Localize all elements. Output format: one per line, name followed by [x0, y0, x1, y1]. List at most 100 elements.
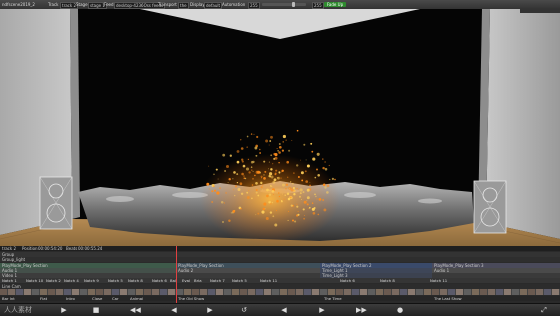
- notch-item[interactable]: Notch 2: [46, 278, 61, 283]
- particle: [227, 182, 229, 184]
- transport-controls: 人人素材 ▶ ■ ◀◀ ◀ ▶ ↺ ◀ ▶ ▶▶ ● ⤢: [0, 303, 560, 316]
- particle: [288, 188, 290, 190]
- particle: [290, 204, 293, 207]
- thumbnail-frame: [376, 289, 383, 295]
- particle: [281, 200, 283, 203]
- cue-label[interactable]: Bar Int: [2, 296, 15, 301]
- timeline-panel[interactable]: track 2 Position 00:00:54:20 Beats 00:00…: [0, 246, 560, 303]
- notch-item[interactable]: Notch 6: [340, 278, 355, 283]
- level-slider[interactable]: [262, 3, 306, 6]
- cue-label[interactable]: The Last Show: [434, 296, 462, 301]
- notch-item[interactable]: Eval: [182, 278, 190, 283]
- forward-icon[interactable]: ▶▶: [356, 306, 367, 314]
- fullscreen-icon[interactable]: ⤢: [540, 306, 548, 314]
- notch-item[interactable]: Notch 8: [380, 278, 395, 283]
- prev-cue-icon[interactable]: ◀: [280, 306, 288, 314]
- play-icon[interactable]: ▶: [60, 306, 68, 314]
- particle: [287, 176, 289, 178]
- thumbnail-frame: [176, 289, 183, 295]
- particle: [297, 176, 300, 178]
- cue-label[interactable]: The Time: [324, 296, 342, 301]
- particle: [278, 192, 280, 194]
- particle: [266, 188, 269, 192]
- thumbnail-frame: [208, 289, 215, 295]
- particle: [241, 172, 244, 176]
- record-icon[interactable]: ●: [396, 306, 404, 314]
- particle: [232, 178, 234, 180]
- thumbnail-frame: [248, 289, 255, 295]
- particle: [213, 173, 215, 176]
- cue-label[interactable]: The Old Show: [178, 296, 204, 301]
- stage-viewport[interactable]: [0, 9, 560, 246]
- particle: [260, 175, 263, 178]
- notch-item[interactable]: Notch 10: [26, 278, 43, 283]
- level-2-field[interactable]: 255: [312, 2, 324, 9]
- position-label: Position: [22, 246, 38, 251]
- cue-label[interactable]: Car: [112, 296, 119, 301]
- beats-value: 00:00:55.24: [78, 246, 103, 251]
- particle: [240, 139, 242, 141]
- thumbnail-frame: [16, 289, 23, 295]
- particle: [291, 182, 294, 185]
- step-back-icon[interactable]: ◀: [170, 306, 178, 314]
- cue-label[interactable]: Close: [92, 296, 102, 301]
- playhead[interactable]: [176, 246, 177, 303]
- thumbnail-strip[interactable]: [0, 289, 560, 295]
- file-name: ndfscene2019_2: [2, 2, 35, 7]
- notch-row[interactable]: Notch 1 Notch 10 Notch 2 Notch 4 Notch 9 Notc…: [0, 278, 560, 283]
- thumbnail-frame: [512, 289, 519, 295]
- notch-item[interactable]: Notch 1: [2, 278, 17, 283]
- cue-label[interactable]: Flat: [40, 296, 47, 301]
- next-cue-icon[interactable]: ▶: [318, 306, 326, 314]
- track-label: Track: [48, 2, 59, 7]
- notch-item[interactable]: Notch 8: [128, 278, 143, 283]
- thumbnail-frame: [288, 289, 295, 295]
- thumbnail-frame: [440, 289, 447, 295]
- particle: [246, 146, 248, 148]
- cue-label[interactable]: Animal: [130, 296, 143, 301]
- thumbnail-frame: [184, 289, 191, 295]
- automation-label[interactable]: Automation: [222, 2, 245, 7]
- fade-up-button[interactable]: Fade Up: [324, 2, 347, 7]
- cue-label[interactable]: Intro: [66, 296, 75, 301]
- particle: [331, 177, 335, 181]
- particle: [309, 184, 311, 187]
- particle: [300, 171, 304, 175]
- step-forward-icon[interactable]: ▶: [206, 306, 214, 314]
- particle: [240, 208, 242, 210]
- particle: [251, 184, 254, 186]
- stage-scene: [0, 9, 560, 246]
- cue-row[interactable]: Bar Int Flat Intro Close Car Animal The …: [0, 296, 560, 301]
- particle: [285, 188, 287, 190]
- notch-item[interactable]: Notch 9: [84, 278, 99, 283]
- level-slider-knob[interactable]: [292, 2, 295, 7]
- particle: [255, 181, 258, 185]
- particle: [269, 189, 271, 192]
- rewind-icon[interactable]: ◀◀: [130, 306, 141, 314]
- particle: [239, 182, 243, 186]
- level-1-field[interactable]: 255: [248, 2, 260, 9]
- transport-select[interactable]: the: [178, 2, 189, 9]
- notch-item[interactable]: Notch 5: [232, 278, 247, 283]
- notch-item[interactable]: Notch 5: [108, 278, 123, 283]
- notch-item[interactable]: Bria: [194, 278, 202, 283]
- notch-item[interactable]: Notch 6: [152, 278, 167, 283]
- group-light-row[interactable]: Group_light: [0, 257, 560, 262]
- particle: [232, 189, 235, 191]
- loop-icon[interactable]: ↺: [240, 306, 248, 314]
- particle: [328, 164, 330, 167]
- particle: [296, 129, 299, 132]
- particle: [243, 175, 245, 177]
- notch-item[interactable]: Notch 11: [430, 278, 447, 283]
- thumbnail-frame: [480, 289, 487, 295]
- notch-item[interactable]: Notch 4: [64, 278, 79, 283]
- thumbnail-frame: [464, 289, 471, 295]
- notch-item[interactable]: Notch 11: [260, 278, 277, 283]
- particle: [326, 191, 329, 194]
- particle: [281, 169, 284, 173]
- stop-icon[interactable]: ■: [92, 306, 100, 314]
- particle: [257, 212, 260, 215]
- notch-item[interactable]: Notch 7: [210, 278, 225, 283]
- particle: [289, 196, 292, 199]
- display-select[interactable]: default: [204, 2, 223, 9]
